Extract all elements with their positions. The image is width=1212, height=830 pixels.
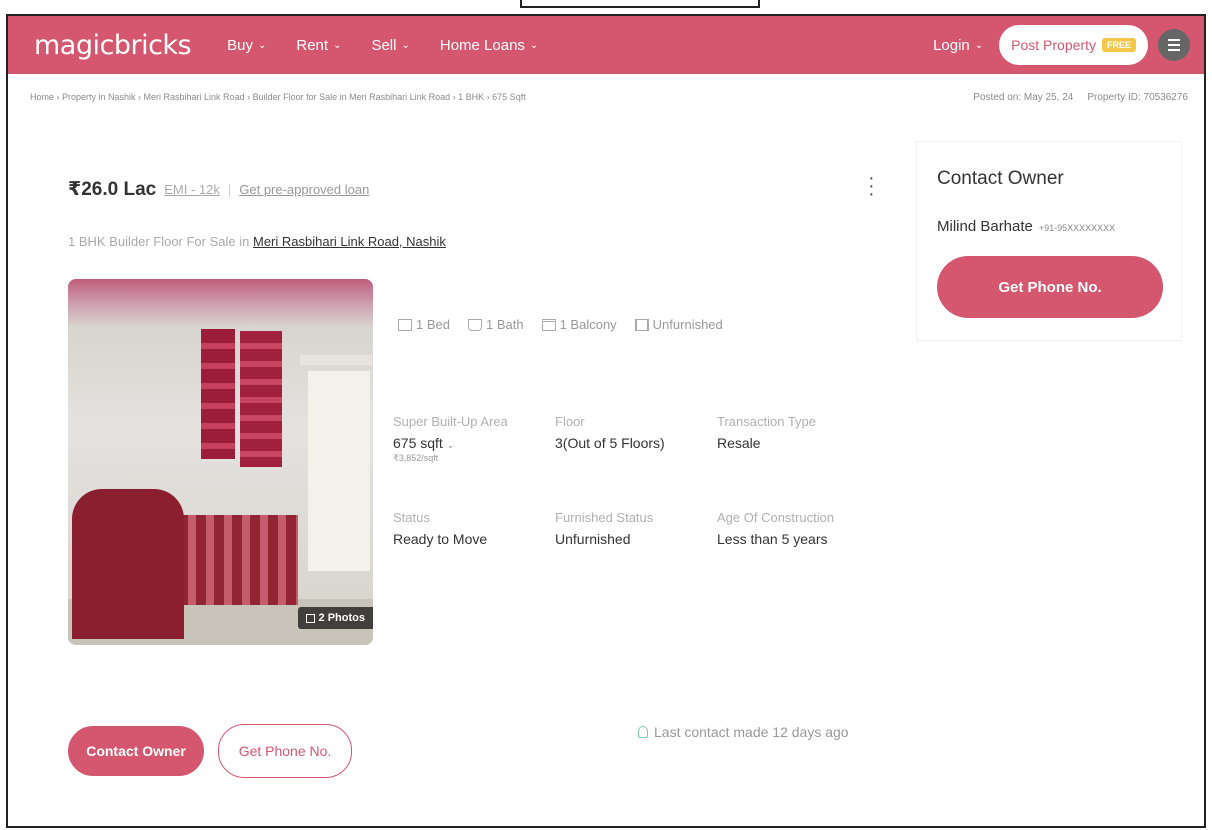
detail-value: Unfurnished: [555, 531, 631, 547]
posted-on: Posted on: May 25, 24: [973, 92, 1074, 103]
feature-bed: 1 Bed: [398, 317, 450, 332]
sidebar-get-phone-button[interactable]: Get Phone No.: [937, 256, 1163, 318]
top-navbar: magicbricks Buy ⌄ Rent ⌄ Sell ⌄ Home Loa…: [8, 16, 1204, 74]
location-link[interactable]: Meri Rasbihari Link Road, Nashik: [253, 234, 446, 249]
feature-balcony: 1 Balcony: [541, 317, 617, 332]
pre-approved-loan-link[interactable]: Get pre-approved loan: [239, 182, 369, 197]
detail-label: Floor: [555, 414, 585, 429]
nav-sell[interactable]: Sell ⌄: [371, 37, 409, 54]
chevron-down-icon: ⌄: [401, 39, 410, 51]
detail-furnished: Furnished Status Unfurnished: [555, 510, 717, 547]
detail-area: Super Built-Up Area 675 sqft ⌄ ₹3,852/sq…: [393, 414, 555, 464]
listing-title-prefix: 1 BHK Builder Floor For Sale in: [68, 234, 250, 249]
logo[interactable]: magicbricks: [34, 30, 192, 61]
contact-owner-title: Contact Owner: [937, 168, 1064, 189]
nav-buy[interactable]: Buy ⌄: [227, 37, 266, 54]
nav-home-loans-label: Home Loans: [439, 36, 525, 54]
feature-bath-label: 1 Bath: [485, 317, 524, 332]
detail-floor: Floor 3(Out of 5 Floors): [555, 414, 717, 464]
chevron-down-icon: ⌄: [446, 440, 455, 450]
detail-label: Super Built-Up Area: [393, 414, 508, 429]
bed-icon: [398, 318, 412, 331]
last-contact-text: Last contact made 12 days ago: [654, 724, 849, 740]
price: ₹26.0 Lac: [68, 179, 157, 200]
nav-sell-label: Sell: [371, 36, 397, 54]
feature-bath: 1 Bath: [467, 317, 524, 332]
chevron-down-icon: ⌄: [333, 39, 342, 51]
detail-label: Age Of Construction: [717, 510, 835, 525]
login-label: Login: [933, 36, 970, 54]
price-per-sqft: ₹3,852/sqft: [393, 453, 439, 463]
free-badge: FREE: [1101, 38, 1136, 52]
chevron-down-icon: ⌄: [257, 39, 267, 51]
detail-age: Age Of Construction Less than 5 years: [717, 510, 897, 547]
feature-balcony-label: 1 Balcony: [559, 317, 617, 332]
post-property-label: Post Property: [1011, 37, 1096, 53]
get-phone-button[interactable]: Get Phone No.: [218, 724, 352, 778]
property-details: Super Built-Up Area 675 sqft ⌄ ₹3,852/sq…: [393, 414, 897, 547]
last-contact-info: Last contact made 12 days ago: [638, 724, 849, 740]
feature-furnishing: Unfurnished: [634, 317, 723, 332]
owner-name: Milind Barhate: [937, 218, 1033, 235]
listing-card: ₹26.0 Lac EMI - 12k | Get pre-approved l…: [38, 134, 904, 778]
nav-buy-label: Buy: [227, 36, 253, 54]
nav-home-loans[interactable]: Home Loans ⌄: [440, 37, 538, 54]
contact-owner-button[interactable]: Contact Owner: [68, 726, 204, 776]
divider: |: [227, 182, 232, 197]
breadcrumb-row: Home › Property in Nashik › Meri Rasbiha…: [30, 92, 1188, 103]
nav-rent[interactable]: Rent ⌄: [296, 37, 341, 54]
balcony-icon: [541, 318, 556, 331]
post-property-button[interactable]: Post Property FREE: [999, 25, 1148, 65]
price-row: ₹26.0 Lac EMI - 12k | Get pre-approved l…: [68, 178, 369, 201]
nav-rent-label: Rent: [296, 36, 329, 54]
detail-value[interactable]: 675 sqft ⌄: [393, 435, 555, 451]
property-id: Property ID: 70536276: [1087, 92, 1188, 103]
photos-count: 2 Photos: [318, 612, 365, 624]
owner-phone: +91-95XXXXXXXX: [1038, 223, 1116, 233]
breadcrumb[interactable]: Home › Property in Nashik › Meri Rasbiha…: [30, 92, 526, 103]
detail-transaction: Transaction Type Resale: [717, 414, 897, 464]
owner-info: Milind Barhate +91-95XXXXXXXX: [937, 218, 1115, 235]
detail-label: Transaction Type: [717, 414, 816, 429]
detail-label: Status: [393, 510, 430, 525]
wardrobe-icon: [634, 318, 649, 331]
photos-count-badge[interactable]: 2 Photos: [297, 607, 373, 629]
person-icon: [638, 726, 648, 738]
detail-status: Status Ready to Move: [393, 510, 555, 547]
detail-value: Ready to Move: [393, 531, 488, 547]
header-actions: Login ⌄ Post Property FREE: [933, 25, 1190, 65]
feature-list: 1 Bed 1 Bath 1 Balcony Unfurnished: [398, 317, 723, 332]
login-button[interactable]: Login ⌄: [933, 37, 983, 54]
detail-value: 3(Out of 5 Floors): [555, 435, 665, 451]
screenshot-frame: magicbricks Buy ⌄ Rent ⌄ Sell ⌄ Home Loa…: [6, 14, 1206, 828]
feature-bed-label: 1 Bed: [416, 317, 450, 332]
listing-meta: Posted on: May 25, 24 Property ID: 70536…: [973, 92, 1188, 103]
main-nav: Buy ⌄ Rent ⌄ Sell ⌄ Home Loans ⌄: [227, 37, 568, 54]
detail-label: Furnished Status: [555, 510, 654, 525]
listing-title: 1 BHK Builder Floor For Sale in Meri Ras…: [68, 234, 446, 249]
detail-value: Resale: [717, 435, 761, 451]
bath-icon: [467, 318, 482, 331]
more-options-icon[interactable]: · · ·: [868, 168, 875, 204]
chevron-down-icon: ⌄: [529, 39, 539, 51]
detail-value: Less than 5 years: [717, 531, 828, 547]
contact-owner-card: Contact Owner Milind Barhate +91-95XXXXX…: [916, 141, 1182, 341]
property-photo[interactable]: 2 Photos: [68, 279, 373, 645]
chevron-down-icon: ⌄: [974, 39, 984, 51]
feature-furnishing-label: Unfurnished: [652, 317, 723, 332]
hamburger-menu-icon[interactable]: [1158, 29, 1190, 61]
top-strip: [520, 0, 760, 8]
emi-link[interactable]: EMI - 12k: [164, 182, 220, 197]
gallery-icon: [305, 613, 315, 623]
